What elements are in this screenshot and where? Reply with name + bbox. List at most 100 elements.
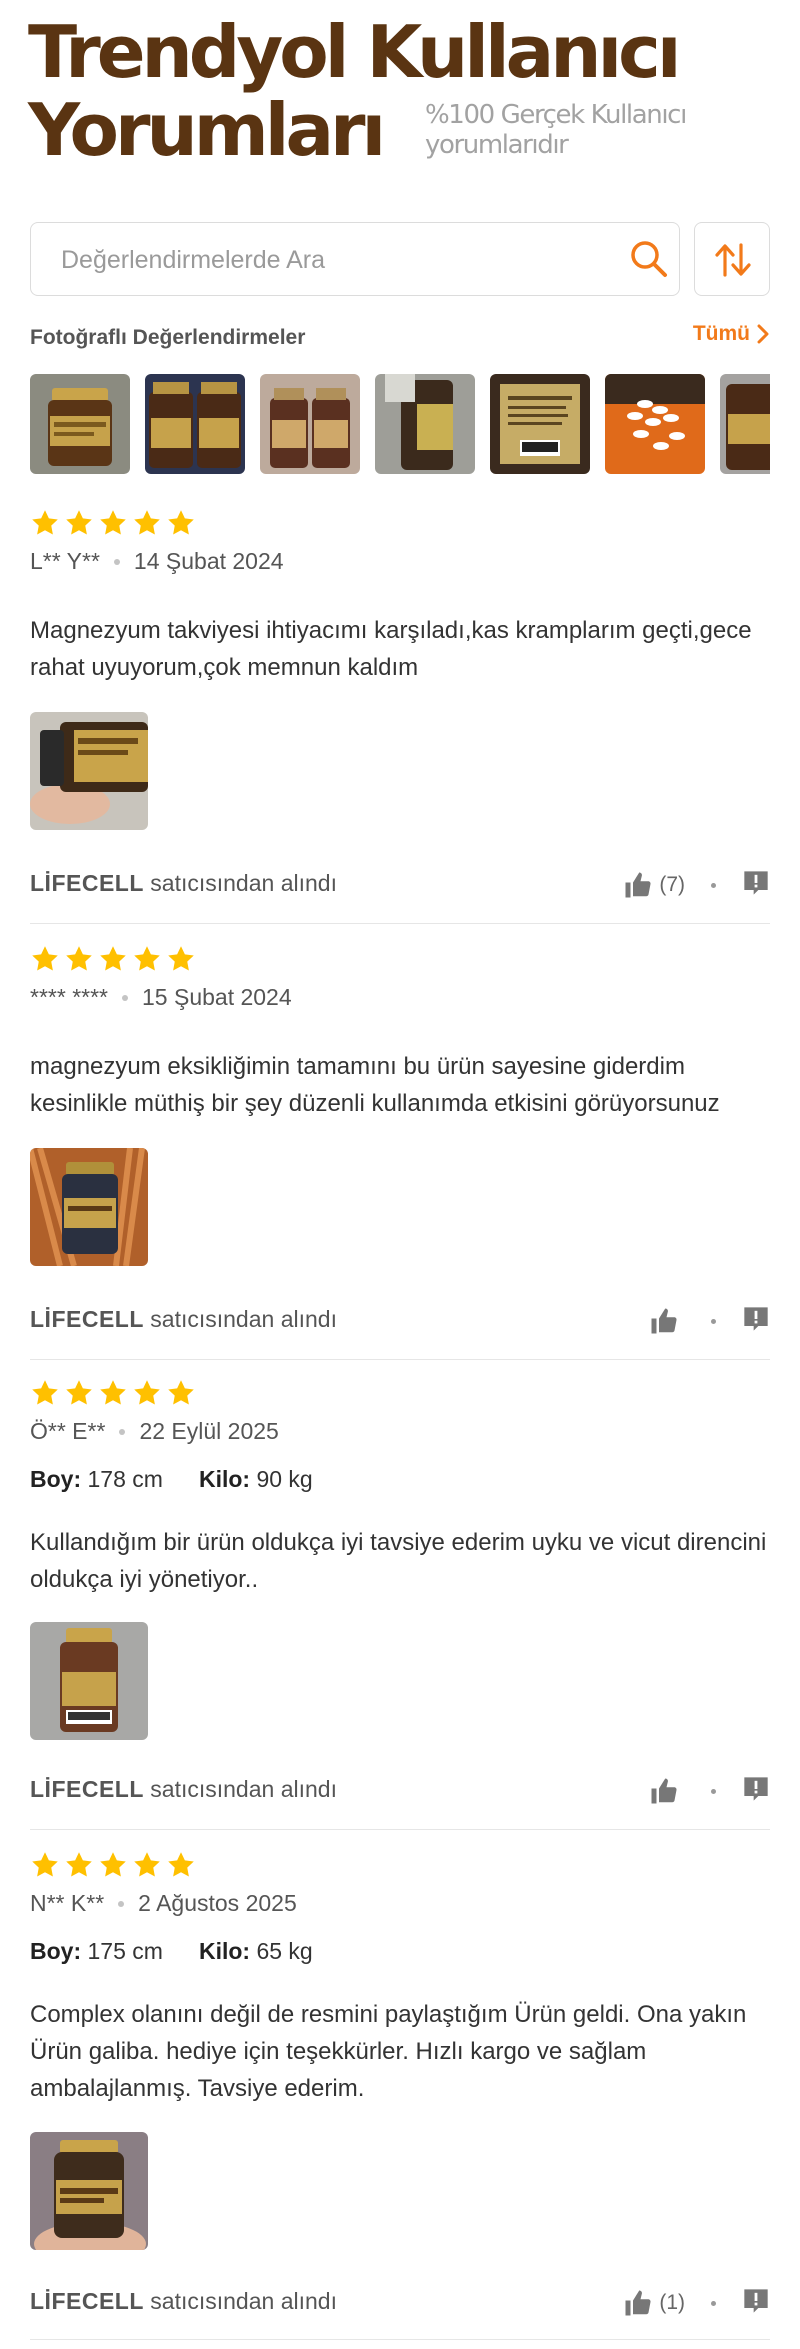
star-icon: [168, 510, 194, 535]
reviews-page: Trendyol Kullanıcı Yorumları %100 Gerçek…: [0, 0, 800, 2349]
star-icon: [66, 510, 92, 535]
review-photo[interactable]: [30, 1622, 148, 1740]
search-input[interactable]: [61, 241, 621, 279]
like-button[interactable]: [649, 1776, 685, 1806]
photo-reviews-all-link[interactable]: Tümü: [693, 322, 770, 346]
star-icon: [32, 1852, 58, 1877]
star-icon: [32, 946, 58, 971]
height-value: 175 cm: [87, 1938, 163, 1964]
report-icon: [744, 1776, 768, 1801]
seller-name[interactable]: LİFECELL: [30, 870, 144, 896]
report-button[interactable]: [742, 1775, 770, 1808]
star-rating: [30, 1378, 196, 1408]
review-photo-thumbnail[interactable]: [720, 374, 770, 474]
review-actions: [649, 1774, 770, 1808]
review-divider: [30, 923, 770, 924]
star-rating: [30, 1850, 196, 1880]
review-date: 2 Ağustos 2025: [138, 1890, 297, 1916]
body-info: Boy: 175 cm Kilo: 65 kg: [30, 1938, 313, 1965]
star-icon: [168, 1380, 194, 1405]
review-photo-thumbnail[interactable]: [30, 374, 130, 474]
review-comment: magnezyum eksikliğimin tamamını bu ürün …: [30, 1053, 720, 1117]
review-actions: [649, 1304, 770, 1338]
separator-dot: [711, 2300, 716, 2306]
like-count: (7): [659, 873, 685, 896]
review-actions: (1): [623, 2286, 770, 2320]
review-actions: (7): [623, 868, 770, 902]
search-icon[interactable]: [627, 237, 671, 281]
review-photo[interactable]: [30, 712, 148, 830]
report-button[interactable]: [742, 869, 770, 902]
height-label: Boy:: [30, 1466, 82, 1492]
review-author: L** Y**: [30, 548, 100, 574]
seller-suffix: satıcısından alındı: [150, 870, 337, 896]
seller-info: LİFECELL satıcısından alındı: [30, 870, 337, 897]
seller-name[interactable]: LİFECELL: [30, 1306, 144, 1332]
review-divider: [30, 1359, 770, 1360]
review-comment: Magnezyum takviyesi ihtiyacımı karşıladı…: [30, 617, 752, 681]
seller-suffix: satıcısından alındı: [150, 2288, 337, 2314]
separator-dot: [118, 1900, 125, 1907]
report-icon: [744, 870, 768, 895]
review-photo-thumbnail[interactable]: [605, 374, 705, 474]
height-value: 178 cm: [87, 1466, 163, 1492]
star-icon: [66, 946, 92, 971]
review-meta: Ö** E** 22 Eylül 2025: [30, 1418, 279, 1445]
report-button[interactable]: [742, 2287, 770, 2320]
report-icon: [744, 2288, 768, 2313]
star-icon: [66, 1852, 92, 1877]
star-icon: [32, 1380, 58, 1405]
review-author: Ö** E**: [30, 1418, 106, 1444]
review-meta: L** Y** 14 Şubat 2024: [30, 548, 284, 575]
like-button[interactable]: [649, 1306, 685, 1336]
chevron-right-icon: [757, 324, 769, 344]
like-button[interactable]: (1): [623, 2288, 685, 2318]
review-photo-thumbnail[interactable]: [260, 374, 360, 474]
page-title-line2: Yorumları: [28, 88, 386, 172]
star-icon: [134, 1380, 160, 1405]
star-rating: [30, 508, 196, 538]
review-photo-thumbnail[interactable]: [375, 374, 475, 474]
seller-name[interactable]: LİFECELL: [30, 2288, 144, 2314]
thumbs-up-icon: [651, 1308, 677, 1334]
thumbs-up-icon: [625, 2290, 651, 2316]
like-count: (1): [659, 2291, 685, 2314]
weight-value: 90 kg: [256, 1466, 313, 1492]
separator-dot: [711, 882, 716, 888]
review-meta: **** **** 15 Şubat 2024: [30, 984, 292, 1011]
sort-icon: [715, 243, 751, 277]
photo-reviews-title: Fotoğraflı Değerlendirmeler: [30, 326, 306, 349]
star-icon: [66, 1380, 92, 1405]
review-item: L** Y** 14 Şubat 2024 Magnezyum takviyes…: [30, 508, 770, 924]
photo-reviews-header: Fotoğraflı Değerlendirmeler Tümü: [30, 320, 770, 356]
star-icon: [134, 1852, 160, 1877]
star-icon: [100, 946, 126, 971]
seller-suffix: satıcısından alındı: [150, 1776, 337, 1802]
weight-value: 65 kg: [256, 1938, 313, 1964]
review-photo-thumbnail[interactable]: [145, 374, 245, 474]
review-date: 22 Eylül 2025: [139, 1418, 279, 1444]
separator-dot: [119, 1428, 126, 1435]
seller-info: LİFECELL satıcısından alındı: [30, 1776, 337, 1803]
height-label: Boy:: [30, 1938, 82, 1964]
thumbs-up-icon: [625, 872, 651, 898]
review-photo[interactable]: [30, 2132, 148, 2250]
separator-dot: [711, 1788, 716, 1794]
thumbs-up-icon: [651, 1778, 677, 1804]
review-meta: N** K** 2 Ağustos 2025: [30, 1890, 297, 1917]
review-item: N** K** 2 Ağustos 2025 Boy: 175 cm Kilo:…: [30, 1850, 770, 2340]
star-rating: [30, 944, 196, 974]
review-divider: [30, 1829, 770, 1830]
seller-name[interactable]: LİFECELL: [30, 1776, 144, 1802]
photo-strip: [30, 374, 770, 474]
star-icon: [134, 946, 160, 971]
review-divider: [30, 2339, 770, 2340]
search-box: [30, 222, 680, 296]
review-photo-thumbnail[interactable]: [490, 374, 590, 474]
review-date: 15 Şubat 2024: [142, 984, 292, 1010]
like-button[interactable]: (7): [623, 870, 685, 900]
report-button[interactable]: [742, 1305, 770, 1338]
page-header: Trendyol Kullanıcı Yorumları %100 Gerçek…: [0, 0, 800, 212]
review-photo[interactable]: [30, 1148, 148, 1266]
sort-button[interactable]: [694, 222, 770, 296]
